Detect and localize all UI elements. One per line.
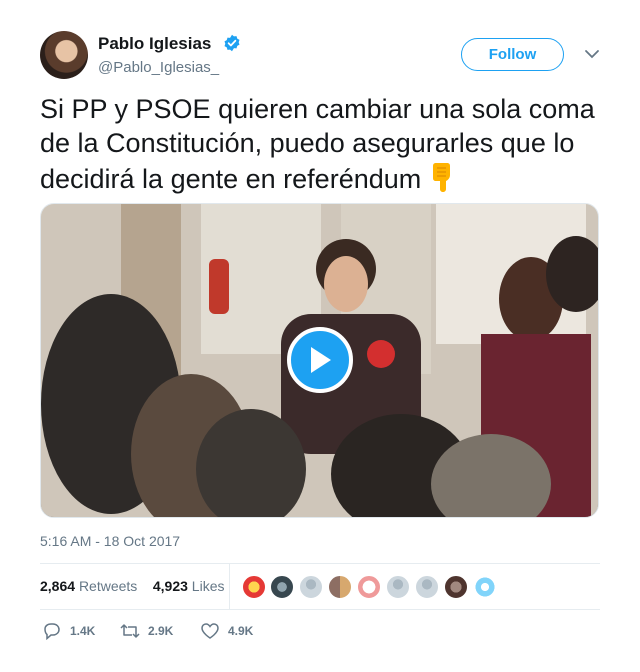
liker-avatar[interactable] — [299, 575, 323, 599]
tweet-timestamp[interactable]: 5:16 AM - 18 Oct 2017 — [40, 533, 180, 549]
likes-label: Likes — [191, 578, 225, 594]
liker-avatar[interactable] — [444, 575, 468, 599]
retweets-label: Retweets — [78, 578, 138, 594]
author-handle[interactable]: @Pablo_Iglesias_ — [98, 59, 219, 76]
liker-avatar[interactable] — [386, 575, 410, 599]
like-count: 4.9K — [228, 624, 254, 638]
retweet-icon — [120, 624, 140, 638]
liker-avatar[interactable] — [328, 575, 352, 599]
retweets-count: 2,864 — [40, 578, 76, 594]
divider — [40, 563, 600, 564]
stats-separator — [229, 564, 230, 610]
liker-avatar[interactable] — [242, 575, 266, 599]
liker-avatar[interactable] — [270, 575, 294, 599]
video-player[interactable] — [40, 203, 599, 518]
tweet-text: Si PP y PSOE quieren cambiar una sola co… — [40, 92, 600, 196]
liker-avatar[interactable] — [415, 575, 439, 599]
reply-count: 1.4K — [70, 624, 96, 638]
play-button[interactable] — [287, 327, 353, 393]
like-action[interactable]: 4.9K — [200, 622, 253, 640]
likes-stat[interactable]: 4,923 Likes — [153, 578, 225, 594]
liker-avatar[interactable] — [473, 575, 497, 599]
author-avatar[interactable] — [40, 31, 88, 79]
heart-icon — [201, 623, 219, 639]
pointing-down-hand-icon — [433, 163, 451, 192]
reply-icon — [44, 623, 60, 640]
reply-action[interactable]: 1.4K — [42, 622, 95, 640]
follow-button[interactable]: Follow — [461, 38, 564, 71]
retweets-stat[interactable]: 2,864 Retweets — [40, 578, 137, 594]
divider — [40, 609, 600, 610]
chevron-down-icon[interactable] — [584, 47, 600, 61]
liker-avatar[interactable] — [357, 575, 381, 599]
tweet-body: Si PP y PSOE quieren cambiar una sola co… — [40, 94, 595, 194]
retweet-action[interactable]: 2.9K — [120, 622, 173, 640]
tweet-stats: 2,864 Retweets 4,923 Likes — [40, 578, 224, 594]
play-icon — [311, 347, 331, 373]
likes-count: 4,923 — [152, 578, 188, 594]
verified-badge-icon — [224, 34, 240, 52]
author-name[interactable]: Pablo Iglesias — [98, 34, 211, 54]
retweet-count: 2.9K — [148, 624, 174, 638]
